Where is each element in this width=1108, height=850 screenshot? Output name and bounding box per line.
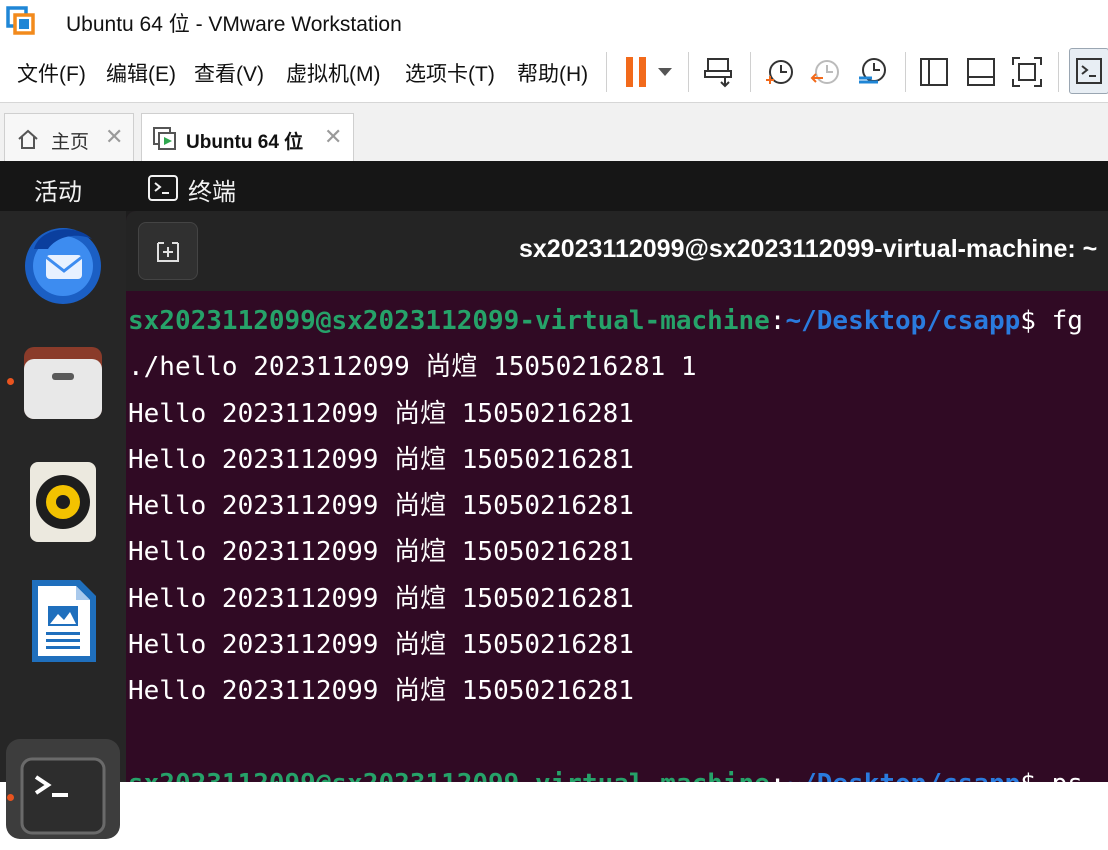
prompt-line: sx2023112099@sx2023112099-virtual-machin… — [128, 761, 1108, 782]
tab-ubuntu[interactable]: Ubuntu 64 位 ✕ — [141, 113, 354, 161]
terminal-headerbar: sx2023112099@sx2023112099-virtual-machin… — [126, 211, 1108, 291]
prompt-separator: : — [769, 306, 786, 336]
terminal-window[interactable]: sx2023112099@sx2023112099-virtual-machin… — [126, 211, 1108, 782]
tab-strip: 主页 ✕ Ubuntu 64 位 ✕ — [0, 103, 1108, 161]
tab-home[interactable]: 主页 ✕ — [4, 113, 134, 161]
window-title: Ubuntu 64 位 - VMware Workstation — [66, 13, 402, 36]
fullscreen-icon[interactable] — [1008, 53, 1046, 91]
menu-tabs[interactable]: 选项卡(T) — [405, 58, 495, 88]
terminal-icon[interactable] — [18, 755, 108, 845]
close-icon[interactable]: ✕ — [105, 124, 123, 150]
vmware-app-icon — [6, 6, 35, 35]
toolbar-separator — [606, 52, 607, 92]
output-line: Hello 2023112099 尚煊 15050216281 — [128, 398, 634, 429]
thumbnail-icon[interactable] — [962, 53, 1000, 91]
thunderbird-icon[interactable] — [18, 219, 108, 309]
output-line: Hello 2023112099 尚煊 15050216281 — [128, 491, 634, 522]
toolbar-separator — [1058, 52, 1059, 92]
new-tab-button[interactable] — [138, 222, 198, 280]
console-view-icon[interactable] — [1069, 48, 1108, 94]
activities-button[interactable]: 活动 — [34, 172, 82, 207]
prompt-user: sx2023112099@sx2023112099-virtual-machin… — [128, 306, 770, 336]
new-tab-icon — [157, 242, 179, 262]
output-line: Hello 2023112099 尚煊 15050216281 — [128, 583, 634, 614]
revert-snapshot-icon[interactable] — [806, 53, 844, 91]
prompt-path: ~/Desktop/csapp — [785, 769, 1020, 782]
prompt-command: $ fg — [1020, 306, 1083, 336]
snapshot-manager-icon[interactable] — [853, 53, 891, 91]
output-line: Hello 2023112099 尚煊 15050216281 — [128, 630, 634, 661]
sidebar-icon[interactable] — [915, 53, 953, 91]
terminal-title: sx2023112099@sx2023112099-virtual-machin… — [519, 235, 1098, 263]
snapshot-icon[interactable] — [760, 53, 798, 91]
menu-file[interactable]: 文件(F) — [17, 58, 86, 88]
toolbar-separator — [750, 52, 751, 92]
menu-vm[interactable]: 虚拟机(M) — [286, 58, 380, 88]
menu-view[interactable]: 查看(V) — [194, 58, 264, 88]
running-indicator — [7, 794, 14, 801]
vm-running-icon — [153, 127, 176, 150]
gnome-top-panel: 活动 终端 — [0, 161, 1108, 211]
toolbar-separator — [688, 52, 689, 92]
prompt-separator: : — [770, 769, 786, 782]
rhythmbox-icon[interactable] — [18, 456, 108, 546]
libreoffice-writer-icon[interactable] — [18, 576, 108, 666]
menu-toolbar: 文件(F) 编辑(E) 查看(V) 虚拟机(M) 选项卡(T) 帮助(H) — [0, 42, 1108, 103]
title-bar: Ubuntu 64 位 - VMware Workstation — [0, 0, 1108, 42]
prompt-line: sx2023112099@sx2023112099-virtual-machin… — [128, 298, 1108, 344]
files-icon[interactable] — [18, 337, 108, 427]
menu-edit[interactable]: 编辑(E) — [106, 58, 176, 88]
toolbar-separator — [905, 52, 906, 92]
dock — [0, 211, 126, 839]
close-icon[interactable]: ✕ — [324, 124, 342, 150]
output-line: Hello 2023112099 尚煊 15050216281 — [128, 444, 634, 475]
command-echo: ./hello 2023112099 尚煊 15050216281 1 — [128, 352, 697, 383]
tab-home-label: 主页 — [51, 132, 90, 153]
prompt-path: ~/Desktop/csapp — [785, 306, 1021, 336]
send-ctrl-alt-del-icon[interactable] — [700, 53, 738, 91]
prompt-command: $ ps — [1020, 769, 1083, 782]
output-line: Hello 2023112099 尚煊 15050216281 — [128, 537, 634, 568]
dropdown-icon[interactable] — [650, 53, 680, 91]
guest-screen[interactable]: 活动 终端 sx2023112099@sx2023112099-virtual-… — [0, 161, 1108, 839]
home-icon — [18, 129, 38, 149]
terminal-output[interactable]: sx2023112099@sx2023112099-virtual-machin… — [128, 298, 1108, 782]
running-indicator — [7, 378, 14, 385]
terminal-app-icon — [148, 175, 178, 201]
menu-help[interactable]: 帮助(H) — [517, 58, 588, 88]
output-line: Hello 2023112099 尚煊 15050216281 — [128, 676, 634, 707]
prompt-user: sx2023112099@sx2023112099-virtual-machin… — [128, 769, 770, 782]
tab-ubuntu-label: Ubuntu 64 位 — [186, 132, 304, 153]
app-menu-label[interactable]: 终端 — [188, 172, 236, 207]
